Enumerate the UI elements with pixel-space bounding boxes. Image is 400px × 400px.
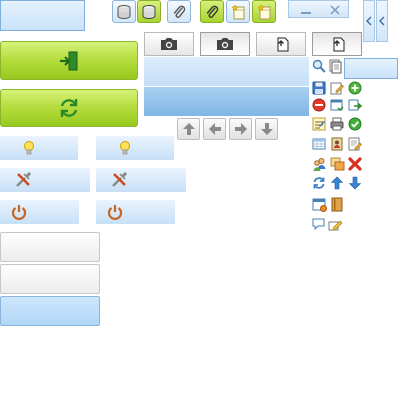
- arrow-left-button[interactable]: [203, 118, 226, 140]
- power-chip[interactable]: [0, 200, 79, 224]
- list-item-box[interactable]: [0, 264, 100, 294]
- transfer-icon[interactable]: [330, 157, 345, 172]
- export-icon[interactable]: [348, 98, 362, 112]
- camera-button[interactable]: [144, 32, 194, 56]
- tools-chip-alt[interactable]: [96, 168, 186, 192]
- table-icon[interactable]: [312, 137, 326, 151]
- lightbulb-icon: [24, 141, 34, 155]
- down-icon[interactable]: [348, 176, 362, 190]
- paste-icon: [333, 37, 345, 52]
- list-item-box-selected[interactable]: [0, 296, 100, 326]
- arrow-right-icon: [234, 123, 247, 135]
- new-document-icon: [231, 3, 245, 19]
- arrow-left-icon: [208, 123, 221, 135]
- search-icon[interactable]: [312, 59, 326, 73]
- camera-icon: [217, 38, 233, 50]
- close-icon[interactable]: [329, 4, 341, 16]
- list-item-box[interactable]: [0, 232, 100, 262]
- stack-green-button[interactable]: [137, 0, 161, 23]
- header-bar-light: [144, 57, 309, 86]
- exit-button[interactable]: [0, 41, 138, 80]
- delete-icon[interactable]: [312, 98, 326, 112]
- tools-icon: [16, 171, 32, 187]
- new-document-green-icon: [257, 3, 271, 19]
- refresh-icon: [60, 99, 78, 117]
- tools-chip[interactable]: [0, 168, 90, 192]
- camera-button-active[interactable]: [200, 32, 250, 56]
- collapse-left-tab[interactable]: [363, 0, 375, 42]
- refresh-small-icon[interactable]: [312, 176, 326, 190]
- pencil-icon[interactable]: [328, 217, 343, 232]
- stack-button[interactable]: [112, 0, 136, 23]
- remove-icon[interactable]: [348, 157, 362, 171]
- stack-icon: [117, 4, 131, 19]
- arrow-down-icon: [260, 123, 273, 135]
- stack-green-icon: [142, 4, 156, 19]
- tip-chip-alt[interactable]: [96, 136, 174, 160]
- new-document-green-button[interactable]: [252, 0, 276, 23]
- power-chip-alt[interactable]: [96, 200, 175, 224]
- lightbulb-icon: [120, 141, 130, 155]
- power-icon: [107, 205, 123, 220]
- note-edit-icon[interactable]: [348, 137, 362, 151]
- refresh-button[interactable]: [0, 89, 138, 127]
- save-icon[interactable]: [312, 81, 326, 95]
- minimize-icon[interactable]: [299, 4, 313, 16]
- paperclip-green-icon: [206, 5, 219, 18]
- ok-icon[interactable]: [348, 117, 362, 131]
- new-document-button[interactable]: [226, 0, 250, 23]
- print-icon[interactable]: [330, 117, 344, 131]
- search-input[interactable]: [344, 58, 398, 79]
- window-controls: [288, 0, 349, 18]
- book-icon[interactable]: [330, 197, 344, 212]
- header-bar-dark: [144, 87, 309, 116]
- up-icon[interactable]: [330, 176, 344, 190]
- paste-button[interactable]: [256, 32, 306, 56]
- exit-door-icon: [60, 51, 78, 70]
- arrow-right-button[interactable]: [229, 118, 252, 140]
- paste-icon: [277, 37, 289, 52]
- attach-button[interactable]: [167, 0, 191, 23]
- edit-icon[interactable]: [330, 81, 344, 95]
- camera-icon: [161, 38, 177, 50]
- add-icon[interactable]: [348, 81, 362, 95]
- tip-chip[interactable]: [0, 136, 78, 160]
- window-icon[interactable]: [330, 98, 344, 112]
- contact-icon[interactable]: [330, 137, 344, 151]
- text-field[interactable]: [0, 0, 85, 31]
- documents-icon[interactable]: [327, 59, 342, 74]
- tools-icon: [112, 171, 128, 187]
- collapse-right-tab[interactable]: [376, 0, 388, 42]
- calendar-icon[interactable]: [312, 197, 327, 212]
- power-icon: [11, 205, 27, 220]
- chevron-left-icon: [379, 16, 385, 26]
- icon-grid: [311, 80, 367, 236]
- arrow-up-button[interactable]: [177, 118, 200, 140]
- arrow-up-icon: [182, 123, 195, 135]
- comment-icon[interactable]: [312, 217, 327, 232]
- arrow-down-button[interactable]: [255, 118, 278, 140]
- paste-button-active[interactable]: [312, 32, 362, 56]
- check-list-icon[interactable]: [312, 117, 326, 131]
- attach-green-button[interactable]: [200, 0, 224, 23]
- chevron-left-icon: [366, 16, 372, 26]
- paperclip-icon: [173, 5, 186, 18]
- users-icon[interactable]: [312, 157, 327, 172]
